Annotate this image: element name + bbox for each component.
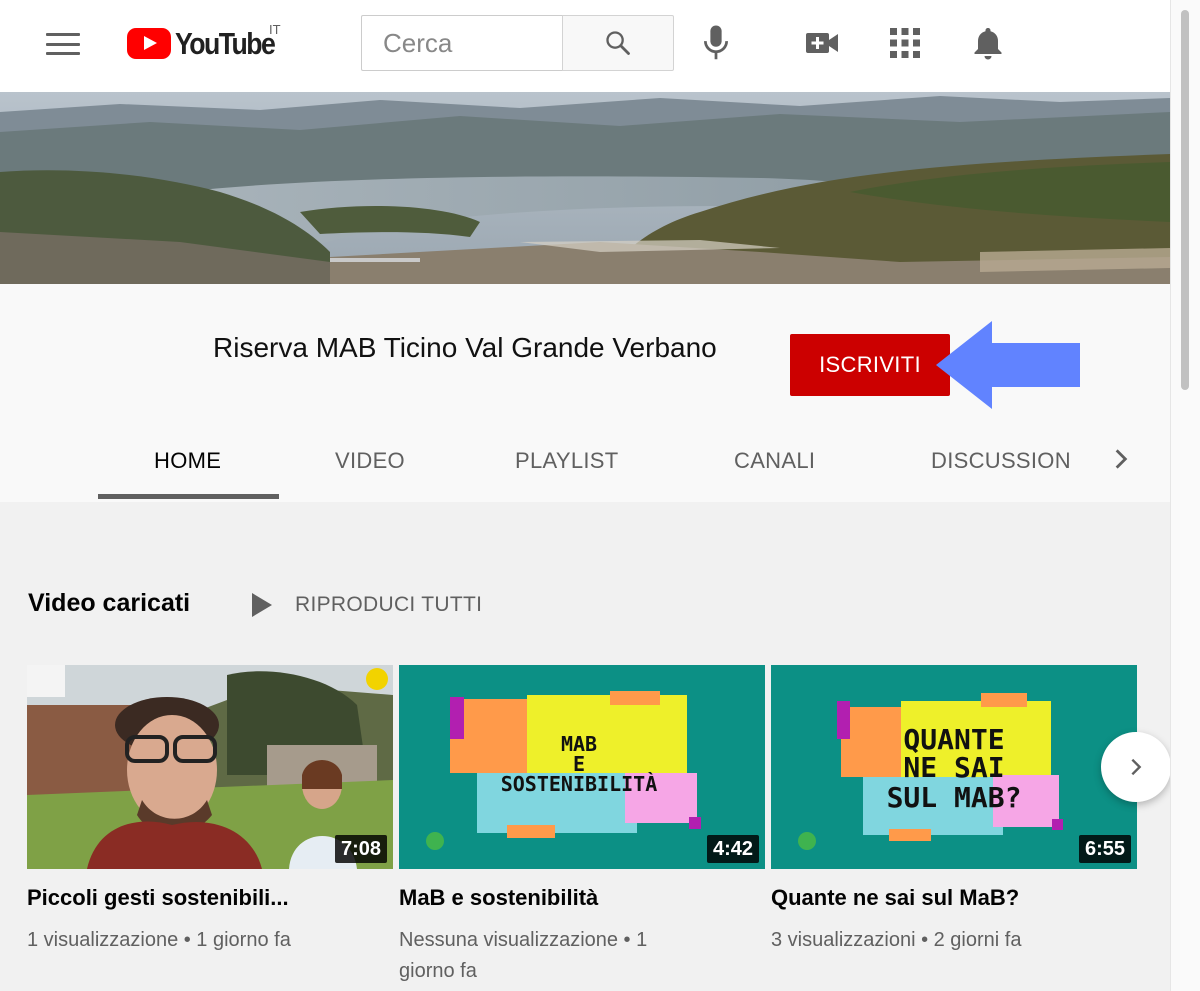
video-thumbnail[interactable]: 7:08 [27, 665, 393, 869]
thumbnail-text-line: SOSTENIBILITÀ [501, 772, 658, 796]
video-item[interactable]: MAB E SOSTENIBILITÀ 4:42 MaB e sostenibi… [399, 665, 765, 987]
video-title[interactable]: Quante ne sai sul MaB? [771, 885, 1137, 911]
page-scrollbar[interactable] [1170, 0, 1200, 991]
search-input[interactable] [362, 16, 563, 70]
search-box [361, 15, 563, 71]
tab-discussion[interactable]: DISCUSSION [931, 448, 1071, 474]
video-meta: Nessuna visualizzazione • 1 giorno fa [399, 929, 648, 982]
thumbnail-text-line: SUL MAB? [887, 781, 1022, 814]
apps-button[interactable] [884, 22, 926, 64]
bell-icon [974, 28, 1002, 60]
channel-tabs: HOME VIDEO PLAYLIST CANALI DISCUSSION [0, 424, 1170, 502]
create-video-button[interactable] [801, 22, 843, 64]
video-title[interactable]: Piccoli gesti sostenibili... [27, 885, 393, 911]
youtube-play-icon [127, 28, 171, 59]
active-tab-indicator [98, 494, 279, 499]
banner-landscape-image [0, 92, 1170, 284]
menu-icon[interactable] [46, 33, 80, 55]
channel-header: Riserva MAB Ticino Val Grande Verbano IS… [0, 284, 1170, 502]
search-icon [606, 31, 630, 55]
microphone-icon [704, 25, 728, 60]
video-duration: 6:55 [1078, 835, 1131, 863]
video-meta: 1 visualizzazione • 1 giorno fa [27, 929, 291, 951]
tab-home[interactable]: HOME [154, 448, 221, 474]
notifications-button[interactable] [967, 22, 1009, 64]
video-item[interactable]: 7:08 Piccoli gesti sostenibili... 1 visu… [27, 665, 393, 956]
tab-video[interactable]: VIDEO [335, 448, 405, 474]
apps-grid-icon [890, 28, 920, 58]
video-item[interactable]: QUANTE NE SAI SUL MAB? 6:55 Quante ne sa… [771, 665, 1137, 956]
channel-name: Riserva MAB Ticino Val Grande Verbano [213, 332, 717, 363]
scrollbar-thumb[interactable] [1181, 10, 1189, 390]
video-title[interactable]: MaB e sostenibilità [399, 885, 765, 911]
subscribe-button[interactable]: ISCRIVITI [790, 334, 950, 396]
voice-search-button[interactable] [695, 22, 737, 64]
pointer-arrow-annotation [936, 321, 1080, 409]
tab-playlist[interactable]: PLAYLIST [515, 448, 618, 474]
play-all-label: RIPRODUCI TUTTI [295, 593, 483, 616]
shelf-next-button[interactable] [1101, 732, 1171, 802]
play-icon [252, 593, 272, 617]
section-title: Video caricati [28, 589, 191, 617]
masthead: YouTube IT [0, 0, 1170, 92]
video-duration: 4:42 [706, 835, 759, 863]
logo-text: YouTube [175, 26, 276, 61]
video-camera-icon [806, 33, 838, 53]
tab-canali[interactable]: CANALI [734, 448, 815, 474]
play-all-button[interactable]: RIPRODUCI TUTTI [252, 593, 482, 617]
video-thumbnail[interactable]: QUANTE NE SAI SUL MAB? 6:55 [771, 665, 1137, 869]
video-meta: 3 visualizzazioni • 2 giorni fa [771, 929, 1022, 951]
video-duration: 7:08 [334, 835, 387, 863]
logo-country-code: IT [269, 22, 281, 37]
video-thumbnail[interactable]: MAB E SOSTENIBILITÀ 4:42 [399, 665, 765, 869]
youtube-logo[interactable]: YouTube IT [127, 22, 290, 64]
search-button[interactable] [562, 15, 674, 71]
channel-banner [0, 92, 1170, 284]
chevron-right-icon [1131, 758, 1142, 776]
chevron-right-icon[interactable] [1108, 446, 1134, 472]
thumbnail-text-line: NE SAI [903, 751, 1004, 784]
